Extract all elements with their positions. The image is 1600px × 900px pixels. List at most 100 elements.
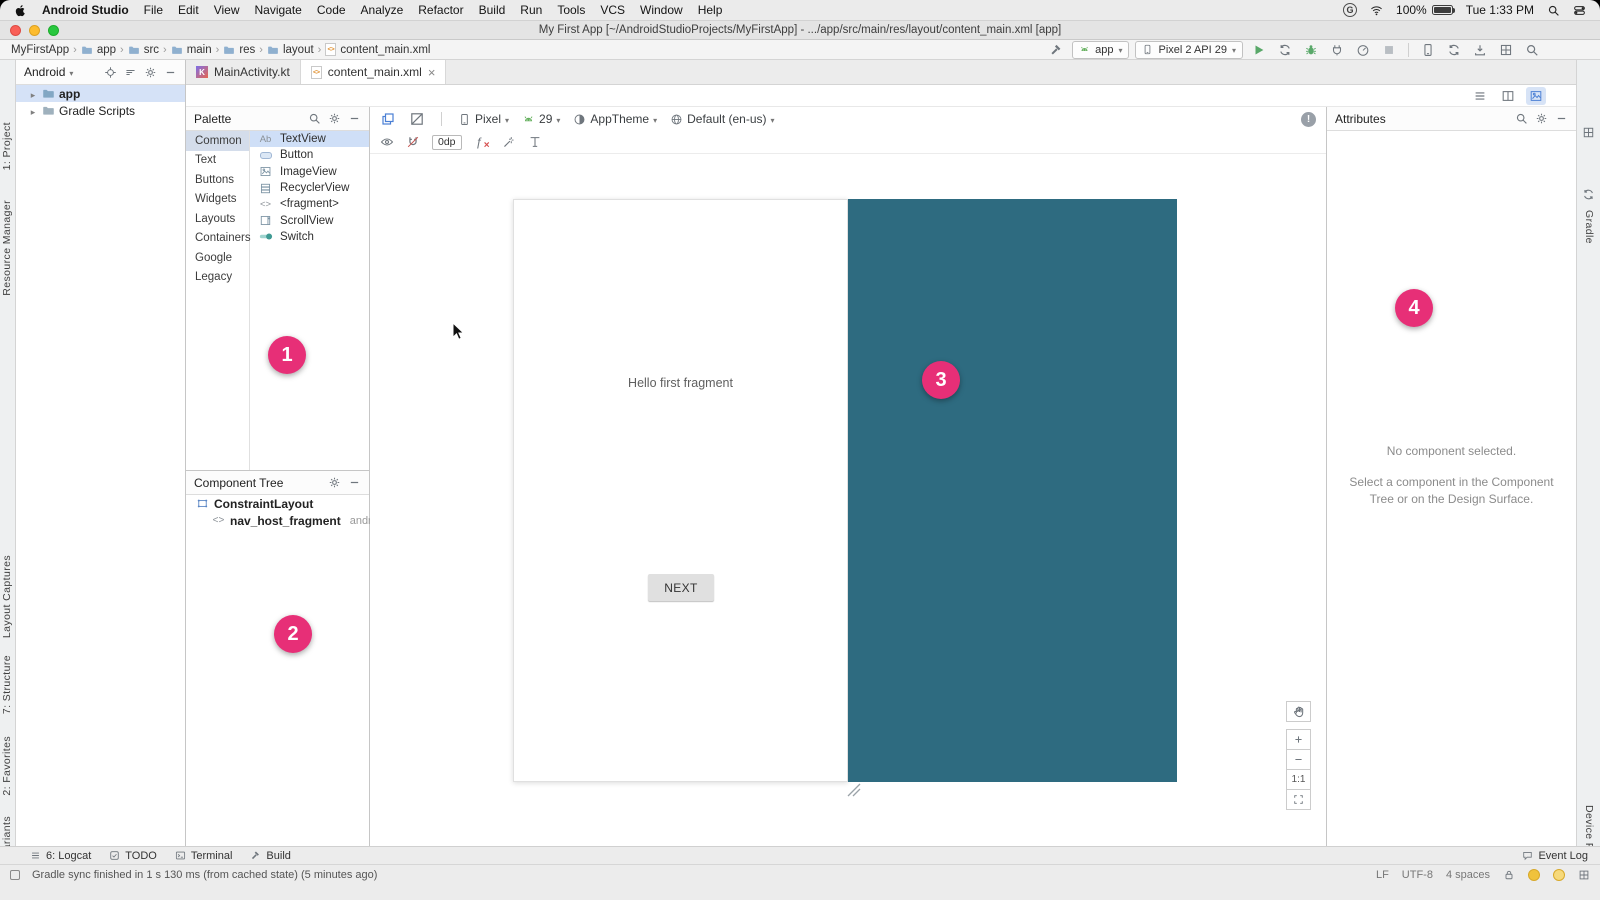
locale-dropdown[interactable]: Default (en-us) [670,112,774,126]
reader-mode-icon[interactable] [1578,869,1590,881]
issue-indicator[interactable]: ! [1301,112,1316,127]
menu-help[interactable]: Help [698,3,723,17]
gear-icon[interactable] [328,476,341,489]
zoom-in-button[interactable] [1286,729,1311,750]
spotlight-search-icon[interactable] [1547,4,1560,17]
hide-panel-icon[interactable] [164,66,177,79]
stripe-structure[interactable]: 7: Structure [1,655,13,714]
battery-indicator[interactable]: 100% [1396,3,1453,17]
stripe-resource-manager[interactable]: Resource Manager [1,200,13,296]
attach-debugger-button[interactable] [1327,41,1347,59]
control-center-icon[interactable] [1573,4,1586,17]
menu-vcs[interactable]: VCS [600,3,625,17]
code-mode-button[interactable] [1470,87,1490,105]
feedback-happy-icon[interactable] [1528,869,1540,881]
profiler-button[interactable] [1353,41,1373,59]
stripe-project[interactable]: 1: Project [1,122,13,170]
zoom-to-fit-button[interactable] [1286,789,1311,810]
run-config-dropdown[interactable]: app [1072,41,1129,59]
menu-window[interactable]: Window [640,3,683,17]
search-icon[interactable] [1515,112,1528,125]
gear-icon[interactable] [144,66,157,79]
menu-run[interactable]: Run [520,3,542,17]
gear-icon[interactable] [1535,112,1548,125]
locate-file-icon[interactable] [104,66,117,79]
breadcrumb-app[interactable]: app [78,44,119,56]
preview-next-button[interactable]: NEXT [648,574,714,601]
autoconnect-magnet-icon[interactable] [406,135,420,149]
breadcrumb-src[interactable]: src [125,44,162,56]
toolwindow-logcat[interactable]: 6: Logcat [30,850,91,862]
device-dropdown[interactable]: Pixel 2 API 29 [1135,41,1243,59]
breadcrumb-myfirstapp[interactable]: MyFirstApp [8,44,72,56]
palette-category-common[interactable]: Common [186,131,249,151]
theme-dropdown[interactable]: AppTheme [573,112,657,126]
palette-item-imageview[interactable]: ImageView [250,164,369,180]
menubar-clock[interactable]: Tue 1:33 PM [1466,3,1534,17]
feedback-sad-icon[interactable] [1553,869,1565,881]
stop-button[interactable] [1379,41,1399,59]
window-zoom-button[interactable] [48,25,59,36]
menu-analyze[interactable]: Analyze [361,3,404,17]
palette-category-legacy[interactable]: Legacy [186,268,249,288]
palette-category-containers[interactable]: Containers [186,229,249,249]
blueprint-icon[interactable] [409,111,425,127]
indent-indicator[interactable]: 4 spaces [1446,869,1490,881]
tree-item-nav-host-fragment[interactable]: <> nav_host_fragment androi... [186,512,369,529]
window-minimize-button[interactable] [29,25,40,36]
tree-item-constraintlayout[interactable]: ConstraintLayout [186,495,369,512]
menu-refactor[interactable]: Refactor [418,3,463,17]
palette-item-recyclerview[interactable]: RecyclerView [250,180,369,196]
tab-mainactivity[interactable]: MainActivity.kt [186,60,301,84]
avd-manager-button[interactable] [1418,41,1438,59]
menu-view[interactable]: View [214,3,240,17]
encoding-indicator[interactable]: UTF-8 [1402,869,1433,881]
window-close-button[interactable] [10,25,21,36]
menu-file[interactable]: File [144,3,163,17]
stripe-gradle[interactable]: Gradle [1583,210,1595,244]
split-mode-button[interactable] [1498,87,1518,105]
gradle-sync-button[interactable] [1444,41,1464,59]
breadcrumb-layout[interactable]: layout [264,44,317,56]
gradle-elephant-icon[interactable] [1582,188,1595,201]
hide-panel-icon[interactable] [348,476,361,489]
pan-button[interactable] [1286,701,1311,722]
api-level-dropdown[interactable]: 29 [522,112,560,126]
search-icon[interactable] [308,112,321,125]
menu-edit[interactable]: Edit [178,3,199,17]
collapse-all-icon[interactable] [124,66,137,79]
palette-item-scrollview[interactable]: ScrollView [250,212,369,228]
google-account-icon[interactable] [1343,3,1357,17]
hide-panel-icon[interactable] [348,112,361,125]
view-options-eye-icon[interactable] [380,135,394,149]
toolwindow-terminal[interactable]: Terminal [175,850,233,862]
zoom-out-button[interactable] [1286,749,1311,770]
default-margin-dropdown[interactable]: 0dp [432,135,462,150]
breadcrumb-content-main[interactable]: content_main.xml [322,43,433,56]
wifi-icon[interactable] [1370,4,1383,17]
breadcrumb-res[interactable]: res [220,44,258,56]
apple-menu-icon[interactable] [14,4,27,17]
build-hammer-button[interactable] [1046,41,1066,59]
toolwindow-todo[interactable]: TODO [109,850,157,862]
line-separator-indicator[interactable]: LF [1376,869,1389,881]
zoom-reset-button[interactable]: 1:1 [1286,769,1311,790]
stripe-layout-captures[interactable]: Layout Captures [1,555,13,638]
design-preview-canvas[interactable]: Hello first fragment NEXT [513,199,848,782]
project-view-dropdown[interactable]: Android [24,65,73,79]
expander-icon[interactable] [28,87,38,101]
menu-android-studio[interactable]: Android Studio [42,3,129,17]
design-surface-icon[interactable] [380,111,396,127]
menu-tools[interactable]: Tools [557,3,585,17]
breadcrumb-main[interactable]: main [168,44,215,56]
palette-item-switch[interactable]: Switch [250,229,369,245]
hide-panel-icon[interactable] [1555,112,1568,125]
toolwindow-build[interactable]: Build [250,850,290,862]
menu-code[interactable]: Code [317,3,346,17]
align-icon[interactable] [528,135,542,149]
project-tree-gradle-scripts[interactable]: Gradle Scripts [16,102,185,119]
canvas-resize-handle[interactable] [844,783,862,798]
design-mode-button[interactable] [1526,87,1546,105]
run-button[interactable] [1249,41,1269,59]
blueprint-canvas[interactable] [848,199,1177,782]
